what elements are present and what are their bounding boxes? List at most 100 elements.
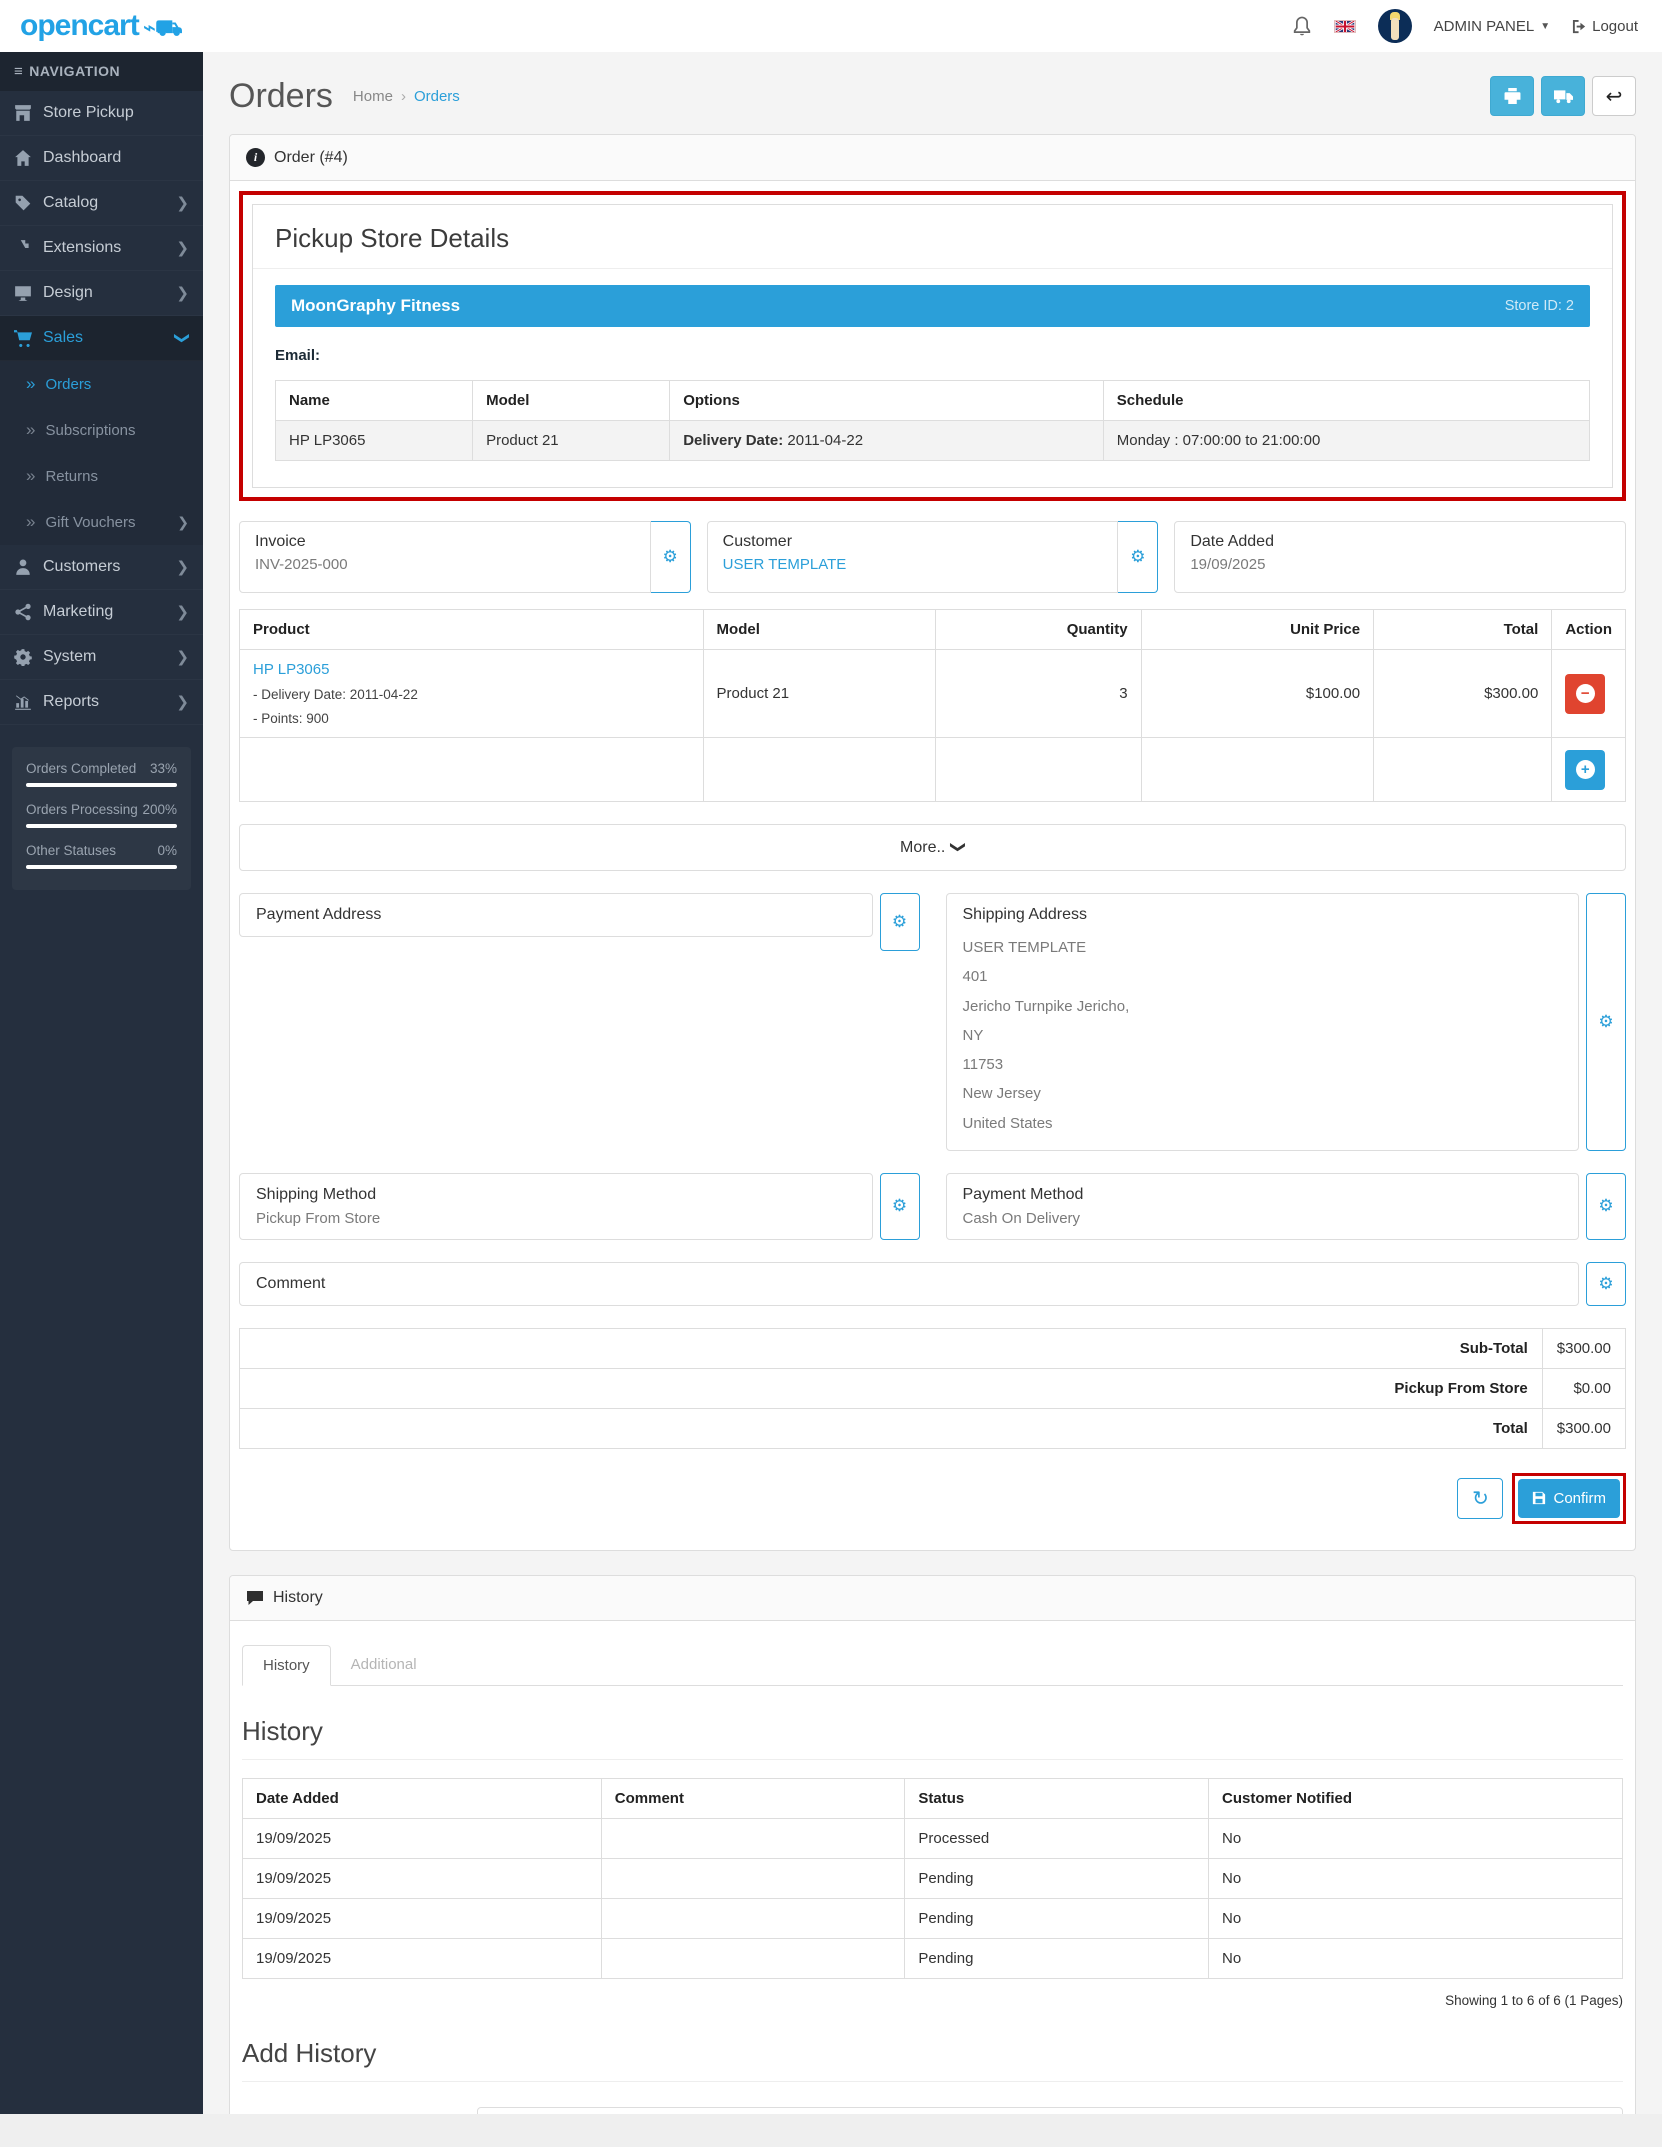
address-line: NY — [963, 1021, 1563, 1050]
cart-icon — [14, 329, 32, 347]
col-header-action: Action — [1552, 610, 1626, 650]
sidebar-subitem-subscriptions[interactable]: » Subscriptions — [0, 407, 203, 453]
breadcrumb-home[interactable]: Home — [353, 88, 393, 105]
product-link[interactable]: HP LP3065 — [253, 661, 329, 678]
col-header-model: Model — [703, 610, 936, 650]
gear-icon: ⚙ — [1598, 1274, 1613, 1294]
options-value: 2011-04-22 — [787, 432, 863, 449]
monitor-icon — [14, 284, 32, 302]
print-shipping-list-button[interactable] — [1541, 76, 1585, 116]
customer-edit-button[interactable]: ⚙ — [1118, 521, 1158, 593]
col-header-unit-price: Unit Price — [1141, 610, 1374, 650]
tab-history[interactable]: History — [242, 1645, 331, 1686]
remove-product-button[interactable]: − — [1565, 674, 1605, 714]
language-flag-icon[interactable] — [1334, 20, 1356, 33]
invoice-box: Invoice INV-2025-000 ⚙ — [239, 521, 691, 593]
chevron-right-icon: ❯ — [176, 603, 189, 621]
cell-schedule: Monday : 07:00:00 to 21:00:00 — [1103, 421, 1589, 461]
sidebar-item-reports[interactable]: Reports ❯ — [0, 680, 203, 725]
sidebar-item-sales[interactable]: Sales ❯ — [0, 316, 203, 361]
shipping-address-edit-button[interactable]: ⚙ — [1586, 893, 1626, 1151]
sidebar-item-catalog[interactable]: Catalog ❯ — [0, 181, 203, 226]
col-header-product: Product — [240, 610, 704, 650]
comment-bubble-icon — [246, 1590, 264, 1606]
chevron-down-icon: ❯ — [174, 332, 192, 345]
cell-comment — [601, 1898, 905, 1938]
shipping-address-label: Shipping Address — [963, 906, 1563, 924]
payment-address-box: Payment Address ⚙ — [239, 893, 920, 951]
table-row: HP LP3065 - Delivery Date: 2011-04-22 - … — [240, 650, 1626, 738]
printer-icon — [1503, 88, 1522, 105]
cell-status: Processed — [905, 1818, 1209, 1858]
sidebar-item-design[interactable]: Design ❯ — [0, 271, 203, 316]
customer-box: Customer USER TEMPLATE ⚙ — [707, 521, 1159, 593]
shipping-method-value: Pickup From Store — [256, 1210, 856, 1227]
user-avatar[interactable] — [1378, 9, 1412, 43]
tab-additional[interactable]: Additional — [331, 1645, 437, 1685]
double-chevron-icon: » — [26, 374, 35, 394]
refresh-button[interactable]: ↻ — [1457, 1478, 1503, 1519]
sidebar-stats: Orders Completed 33% Orders Processing 2… — [12, 747, 191, 890]
stat-label: Other Statuses — [26, 843, 116, 858]
reply-arrow-icon: ↩ — [1606, 84, 1623, 109]
cell-empty — [1141, 738, 1374, 802]
payment-method-value: Cash On Delivery — [963, 1210, 1563, 1227]
history-table: Date Added Comment Status Customer Notif… — [242, 1778, 1623, 1979]
total-row: Pickup From Store $0.00 — [240, 1368, 1626, 1408]
cell-empty — [936, 738, 1142, 802]
sidebar-item-label: Customers — [43, 558, 120, 576]
cell-product: HP LP3065 - Delivery Date: 2011-04-22 - … — [240, 650, 704, 738]
store-id: Store ID: 2 — [1505, 298, 1574, 314]
shipping-method-edit-button[interactable]: ⚙ — [880, 1173, 920, 1240]
invoice-edit-button[interactable]: ⚙ — [651, 521, 691, 593]
print-invoice-button[interactable] — [1490, 76, 1534, 116]
tag-icon — [14, 194, 32, 212]
customer-link[interactable]: USER TEMPLATE — [723, 556, 1103, 573]
back-button[interactable]: ↩ — [1592, 76, 1636, 116]
sidebar-subitem-gift-vouchers[interactable]: » Gift Vouchers ❯ — [0, 499, 203, 545]
total-value: $0.00 — [1542, 1368, 1625, 1408]
sidebar-subitem-orders[interactable]: » Orders — [0, 361, 203, 407]
sidebar-item-label: Store Pickup — [43, 104, 134, 122]
sidebar-item-dashboard[interactable]: Dashboard — [0, 136, 203, 181]
history-panel-title: History — [273, 1589, 323, 1607]
add-product-button[interactable]: + — [1565, 750, 1605, 790]
sidebar-item-marketing[interactable]: Marketing ❯ — [0, 590, 203, 635]
opencart-logo[interactable]: opencart⌁⛟ — [20, 9, 182, 44]
sidebar-subitem-returns[interactable]: » Returns — [0, 453, 203, 499]
stat-value: 33% — [150, 761, 177, 776]
address-line: New Jersey — [963, 1079, 1563, 1108]
confirm-button[interactable]: Confirm — [1518, 1479, 1620, 1518]
sidebar-item-system[interactable]: System ❯ — [0, 635, 203, 680]
cell-date: 19/09/2025 — [243, 1818, 602, 1858]
gear-icon: ⚙ — [663, 547, 678, 567]
cell-total: $300.00 — [1374, 650, 1552, 738]
total-label: Pickup From Store — [240, 1368, 1543, 1408]
store-email-label: Email: — [275, 347, 1590, 364]
notification-bell-icon[interactable] — [1292, 15, 1312, 37]
sidebar-item-extensions[interactable]: Extensions ❯ — [0, 226, 203, 271]
sidebar-item-store-pickup[interactable]: Store Pickup — [0, 91, 203, 136]
subitem-label: Gift Vouchers — [45, 514, 135, 531]
subitem-label: Returns — [45, 468, 98, 485]
cell-empty — [703, 738, 936, 802]
payment-method-box: Payment Method Cash On Delivery ⚙ — [946, 1173, 1627, 1240]
comment-edit-button[interactable]: ⚙ — [1586, 1262, 1626, 1306]
payment-method-edit-button[interactable]: ⚙ — [1586, 1173, 1626, 1240]
breadcrumb-orders[interactable]: Orders — [414, 88, 460, 105]
more-toggle[interactable]: More..❯ — [239, 824, 1626, 871]
store-name: MoonGraphy Fitness — [291, 296, 460, 316]
logout-button[interactable]: Logout — [1572, 18, 1638, 35]
user-icon — [14, 558, 32, 576]
cell-comment — [601, 1818, 905, 1858]
stat-orders-completed: Orders Completed 33% — [26, 761, 177, 787]
chevron-right-icon: ❯ — [176, 558, 189, 576]
payment-address-edit-button[interactable]: ⚙ — [880, 893, 920, 951]
nav-title-label: NAVIGATION — [29, 63, 120, 79]
cell-name: HP LP3065 — [276, 421, 473, 461]
admin-panel-dropdown[interactable]: ADMIN PANEL ▼ — [1434, 18, 1550, 35]
cell-date: 19/09/2025 — [243, 1938, 602, 1978]
cell-status: Pending — [905, 1898, 1209, 1938]
double-chevron-icon: » — [26, 466, 35, 486]
sidebar-item-customers[interactable]: Customers ❯ — [0, 545, 203, 590]
